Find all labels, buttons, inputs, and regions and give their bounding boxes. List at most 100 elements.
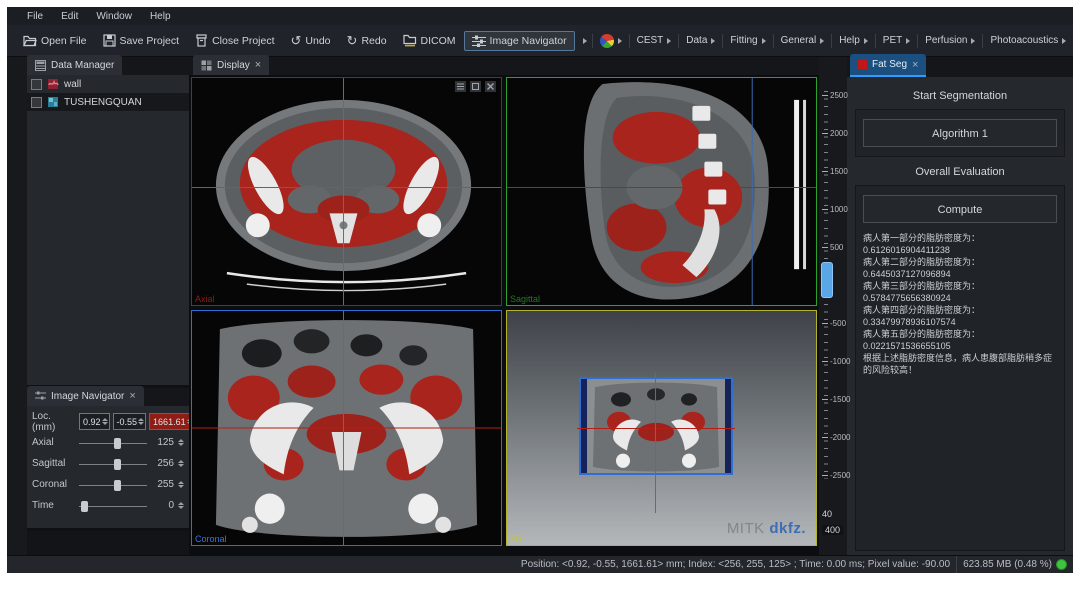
redo-icon: ↻ — [347, 34, 358, 47]
menu-help[interactable]: Help — [837, 33, 870, 48]
evaluation-results: 病人第一部分的脂肪密度为：0.6126016904411238 病人第二部分的脂… — [863, 232, 1057, 376]
spinner-arrows[interactable] — [178, 439, 184, 446]
undo-button[interactable]: ↺ Undo — [283, 30, 339, 51]
algorithm-1-button[interactable]: Algorithm 1 — [863, 119, 1057, 147]
status-bar: Position: <0.92, -0.55, 1661.61> mm; Ind… — [7, 555, 1073, 573]
slider-handle[interactable] — [114, 438, 121, 449]
loc-label: Loc. (mm) — [32, 411, 76, 433]
menu-file[interactable]: File — [27, 11, 43, 22]
render-windows: Axial — [189, 75, 819, 555]
submenu-arrow-icon — [667, 38, 671, 44]
memory-usage: 623.85 MB (0.48 %) — [956, 556, 1069, 573]
undo-icon: ↺ — [291, 34, 302, 47]
slider-handle[interactable] — [114, 459, 121, 470]
sagittal-render-window[interactable]: Sagittal — [506, 77, 817, 306]
menu-pet[interactable]: PET — [881, 33, 912, 48]
menu-photoacoustics[interactable]: Photoacoustics — [988, 33, 1068, 48]
visibility-checkbox[interactable] — [31, 97, 42, 108]
mitk-workbench-window: File Edit Window Help Open File Save Pro… — [7, 7, 1073, 573]
view-label: Axial — [195, 294, 215, 304]
menu-perfusion[interactable]: Perfusion — [923, 33, 977, 48]
data-node-wall[interactable]: wall — [27, 75, 189, 93]
spinner-arrows[interactable] — [178, 502, 184, 509]
coronal-ct-image — [192, 311, 501, 545]
spinner-arrows[interactable] — [178, 481, 184, 488]
settings-icon[interactable] — [485, 81, 496, 92]
compute-button[interactable]: Compute — [863, 195, 1057, 223]
color-wheel-icon — [600, 34, 614, 48]
threed-sagittal-plane-line — [655, 373, 656, 513]
coronal-render-window[interactable]: Coronal — [191, 310, 502, 546]
tab-fat-seg[interactable]: Fat Seg × — [850, 54, 926, 77]
redo-button[interactable]: ↻ Redo — [339, 30, 395, 51]
left-column-spacer — [27, 531, 189, 555]
submenu-arrow-icon — [820, 38, 824, 44]
loc-y-spinbox[interactable]: -0.55 — [113, 413, 147, 430]
image-navigator-panel: Image Navigator × Loc. (mm) 0.92 -0.55 1… — [27, 388, 189, 528]
tab-data-manager[interactable]: Data Manager — [27, 55, 122, 75]
loc-z-spinbox[interactable]: 1661.61 — [149, 413, 195, 430]
memory-status-icon — [1056, 559, 1067, 570]
menu-window[interactable]: Window — [96, 11, 132, 22]
close-icon[interactable]: × — [129, 391, 135, 401]
data-node-tushengquan[interactable]: TUSHENGQUAN — [27, 93, 189, 111]
submenu-arrow-icon — [971, 38, 975, 44]
fullscreen-icon[interactable] — [470, 81, 481, 92]
menu-fitting[interactable]: Fitting — [728, 33, 767, 48]
image-navigator-button[interactable]: Image Navigator — [464, 31, 575, 51]
window-value: 400 — [822, 525, 843, 535]
visibility-checkbox[interactable] — [31, 79, 42, 90]
close-icon[interactable]: × — [912, 60, 918, 70]
level-window-slider[interactable]: 2500 2000 1500 1000 500 -500 -1000 -1500… — [819, 57, 847, 555]
sagittal-slider[interactable] — [79, 459, 147, 469]
open-folder-icon — [23, 35, 37, 47]
axial-render-window[interactable]: Axial — [191, 77, 502, 306]
image-navigator-icon — [35, 391, 46, 401]
data-manager-panel: Data Manager wall TUSHENGQUAN — [27, 57, 189, 385]
submenu-arrow-icon — [1062, 38, 1066, 44]
tab-display[interactable]: Display × — [193, 55, 269, 75]
slider-handle[interactable] — [114, 480, 121, 491]
dicom-icon — [403, 34, 417, 47]
loc-x-spinbox[interactable]: 0.92 — [79, 413, 110, 430]
sagittal-ct-image — [507, 78, 816, 305]
open-file-button[interactable]: Open File — [15, 31, 95, 51]
menu-cest[interactable]: CEST — [635, 33, 674, 48]
close-icon[interactable]: × — [255, 60, 261, 70]
save-project-button[interactable]: Save Project — [95, 30, 188, 51]
submenu-arrow-icon — [618, 38, 622, 44]
colormap-menu[interactable] — [598, 32, 624, 50]
main-area: Data Manager wall TUSHENGQUAN — [7, 57, 1073, 555]
spinner-arrows[interactable] — [102, 418, 108, 425]
slider-handle[interactable] — [81, 501, 88, 512]
toolbar: Open File Save Project Close Project ↺ U… — [7, 25, 1073, 57]
toolbar-overflow-arrow-icon[interactable] — [583, 38, 587, 44]
save-icon — [103, 34, 116, 47]
coronal-slider[interactable] — [79, 480, 147, 490]
menu-edit[interactable]: Edit — [61, 11, 78, 22]
dicom-button[interactable]: DICOM — [395, 30, 464, 51]
axial-slider[interactable] — [79, 438, 147, 448]
close-project-button[interactable]: Close Project — [187, 30, 282, 51]
threed-render-window[interactable]: MITK dkfz. 3D — [506, 310, 817, 546]
image-node-icon — [47, 96, 59, 108]
view-label: Sagittal — [510, 294, 540, 304]
time-slider[interactable] — [79, 501, 147, 511]
menu-data[interactable]: Data — [684, 33, 717, 48]
spinner-arrows[interactable] — [138, 418, 144, 425]
menu-general[interactable]: General — [779, 33, 827, 48]
left-dock-gutter — [7, 57, 27, 555]
menu-bar: File Edit Window Help — [7, 7, 1073, 25]
submenu-arrow-icon — [906, 38, 910, 44]
close-project-icon — [195, 34, 208, 47]
tab-image-navigator[interactable]: Image Navigator × — [27, 386, 144, 406]
fat-seg-icon — [858, 60, 867, 69]
menu-help[interactable]: Help — [150, 11, 171, 22]
spinner-arrows[interactable] — [178, 460, 184, 467]
submenu-arrow-icon — [711, 38, 715, 44]
display-grid-icon — [201, 60, 212, 71]
level-window-handle[interactable] — [821, 262, 833, 298]
overall-evaluation-label: Overall Evaluation — [855, 166, 1065, 178]
view-label: Coronal — [195, 534, 227, 544]
crosshair-menu-icon[interactable] — [455, 81, 466, 92]
